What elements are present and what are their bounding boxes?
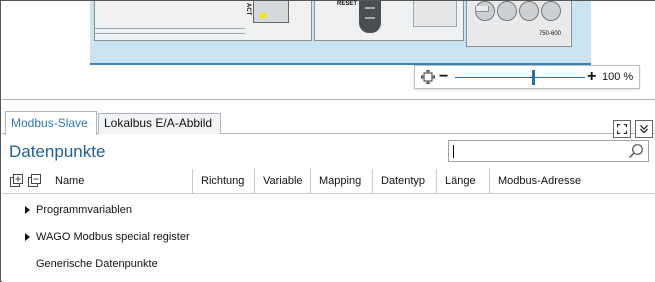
module-label: 750-600	[538, 31, 561, 37]
datapoints-panel: Modbus-Slave Lokalbus E/A-Abbild Datenpu…	[2, 99, 655, 282]
tree-row-wago-special-register[interactable]: WAGO Modbus special register	[2, 224, 655, 250]
controller-module[interactable]: ACT	[94, 1, 312, 41]
column-header-variable[interactable]: Variable	[254, 169, 310, 193]
reset-module[interactable]: RESET	[314, 1, 464, 41]
zoom-level: 100 %	[602, 71, 634, 83]
tree-row-generische-datenpunkte[interactable]: Generische Datenpunkte	[2, 251, 655, 277]
terminal-icon	[541, 1, 561, 21]
search-input[interactable]	[448, 140, 649, 162]
tab-modbus-slave[interactable]: Modbus-Slave	[5, 111, 97, 135]
column-header-modbus-adresse[interactable]: Modbus-Adresse	[489, 169, 655, 193]
table-header: Name Richtung Variable Mapping Datentyp …	[2, 169, 655, 194]
reset-label: RESET	[337, 1, 358, 7]
column-header-laenge[interactable]: Länge	[436, 169, 489, 193]
column-header-mapping[interactable]: Mapping	[310, 169, 372, 193]
tree-row-programmvariablen[interactable]: Programmvariablen	[2, 197, 655, 223]
page-title: Datenpunkte	[9, 142, 106, 161]
fit-to-view-icon[interactable]	[421, 70, 435, 84]
module-strip	[95, 28, 245, 34]
module-tab	[475, 6, 489, 12]
expand-collapse-icons	[10, 174, 41, 187]
module-cover	[413, 1, 457, 27]
terminal-icon	[519, 1, 539, 21]
tab-lokalbus[interactable]: Lokalbus E/A-Abbild	[98, 113, 221, 134]
collapse-all-icon[interactable]	[28, 174, 41, 187]
status-led	[260, 13, 266, 18]
tree-row-label: Programmvariablen	[36, 204, 132, 216]
zoom-bar: − + 100 %	[414, 65, 640, 89]
act-label: ACT	[245, 3, 251, 16]
column-header-datentyp[interactable]: Datentyp	[372, 169, 436, 193]
window-frame: ACT RESET 750-600 − + 100 % Modbus-Slave…	[0, 0, 655, 282]
ethernet-port	[253, 1, 289, 23]
maximize-icon[interactable]	[613, 120, 631, 138]
expand-arrow-icon[interactable]	[25, 233, 30, 241]
tree-row-label: WAGO Modbus special register	[36, 231, 190, 243]
tree-row-label: Generische Datenpunkte	[36, 258, 158, 270]
reset-switch	[359, 1, 381, 33]
terminal-module[interactable]: 750-600	[466, 1, 572, 47]
column-header-richtung[interactable]: Richtung	[192, 169, 254, 193]
expand-arrow-icon[interactable]	[25, 206, 30, 214]
expand-all-icon[interactable]	[10, 174, 23, 187]
zoom-in-button[interactable]: +	[587, 67, 596, 87]
column-header-name[interactable]: Name	[47, 169, 192, 193]
text-caret	[453, 145, 454, 158]
zoom-slider[interactable]	[455, 77, 585, 78]
zoom-slider-thumb[interactable]	[532, 70, 535, 85]
zoom-out-button[interactable]: −	[439, 67, 448, 87]
search-icon[interactable]	[628, 143, 644, 159]
terminal-icon	[497, 1, 517, 21]
device-view[interactable]: ACT RESET 750-600 − + 100 %	[2, 1, 655, 99]
panel-tabs: Modbus-Slave Lokalbus E/A-Abbild	[2, 108, 655, 138]
chevron-down-icon[interactable]	[635, 120, 653, 138]
